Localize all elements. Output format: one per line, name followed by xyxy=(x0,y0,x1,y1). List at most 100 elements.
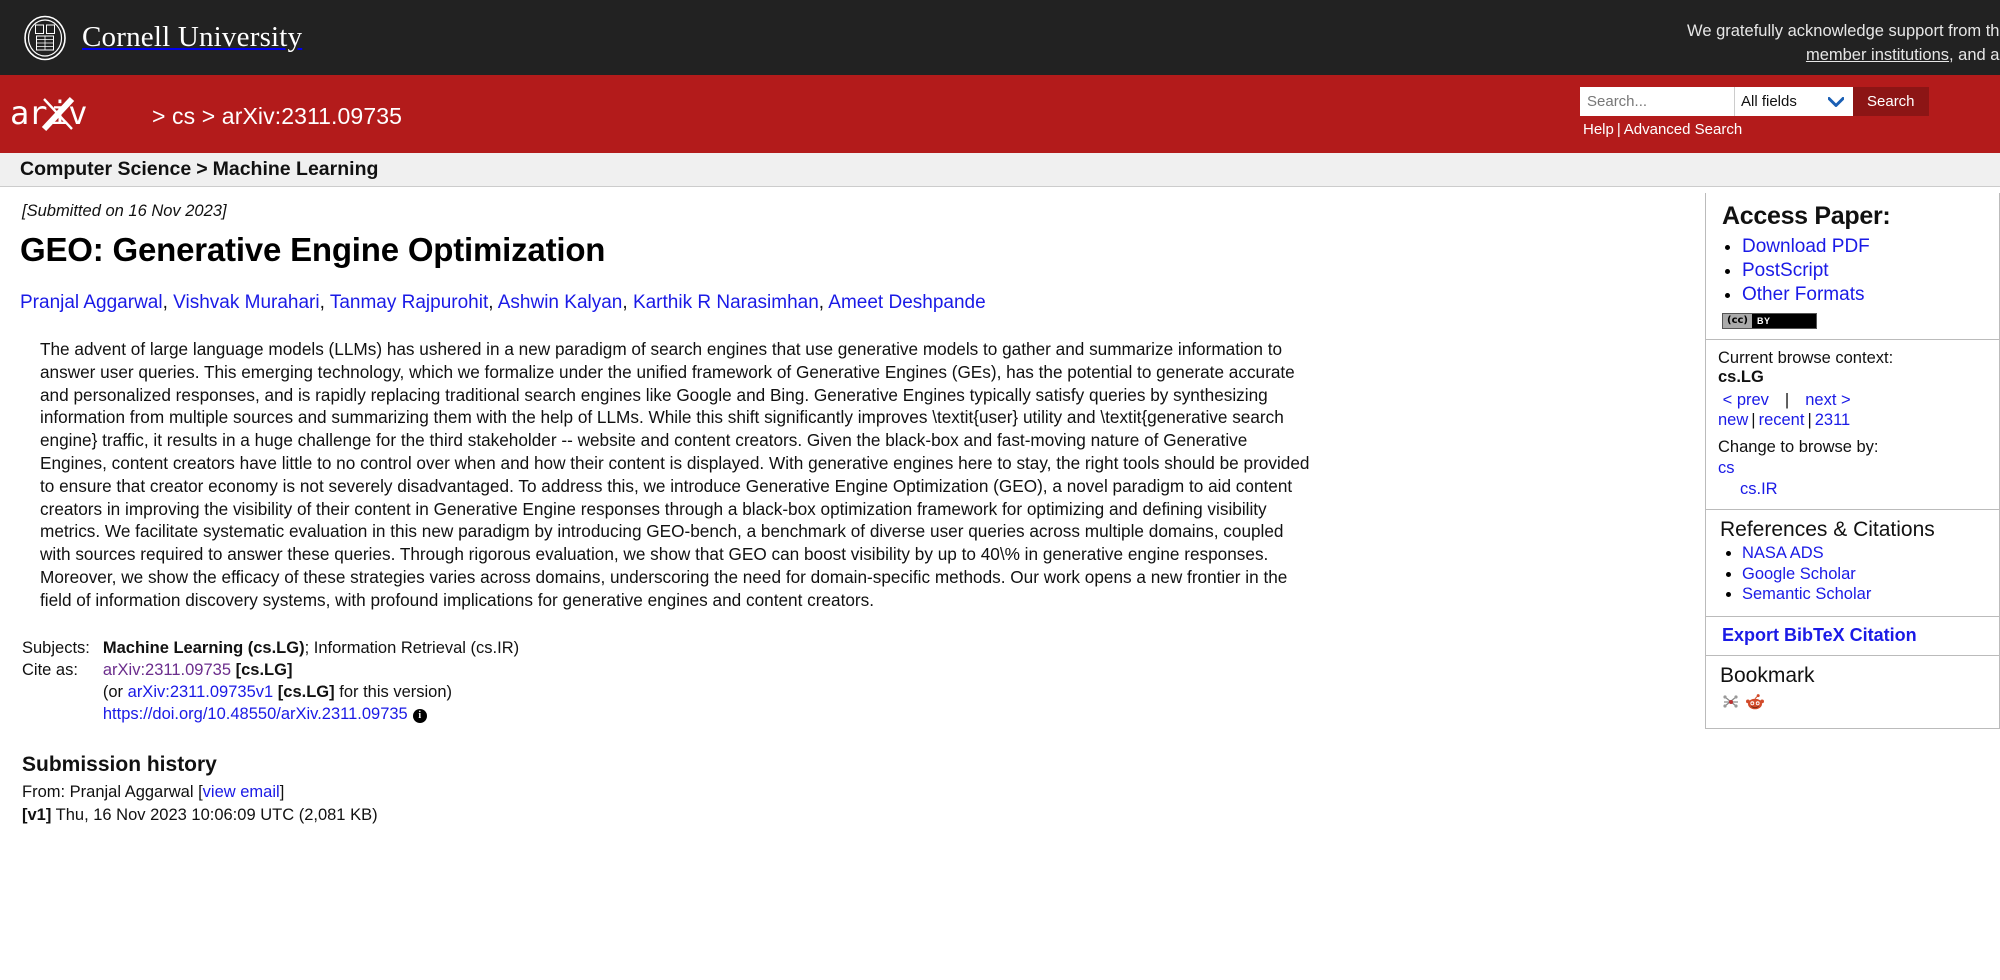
submission-version-detail: Thu, 16 Nov 2023 10:06:09 UTC (2,081 KB) xyxy=(55,805,378,824)
breadcrumb-arxiv-id: arXiv:2311.09735 xyxy=(221,103,402,129)
subjects-rest: ; Information Retrieval (cs.IR) xyxy=(304,638,520,657)
breadcrumb-sep-2: > xyxy=(201,103,216,129)
list-item: Other Formats xyxy=(1742,283,1987,306)
license-cc-glyph: (cc) xyxy=(1723,314,1752,328)
search-help-row: Help | Advanced Search xyxy=(1580,121,2000,138)
author-link[interactable]: Vishvak Murahari xyxy=(173,292,319,313)
bookmark-icon-row xyxy=(1722,693,1987,716)
references-heading: References & Citations xyxy=(1720,518,1935,541)
new-link[interactable]: new xyxy=(1718,411,1748,429)
search-field-select-wrap[interactable]: All fieldsTitleAuthorAbstractCommentsJou… xyxy=(1735,87,1853,116)
version-category: [cs.LG] xyxy=(277,682,335,701)
author-link[interactable]: Karthik R Narasimhan xyxy=(633,292,819,313)
list-item: Semantic Scholar xyxy=(1742,585,1987,605)
access-paper-link[interactable]: Other Formats xyxy=(1742,284,1864,305)
breadcrumb-cs-link[interactable]: cs xyxy=(172,103,195,129)
cornell-university-link[interactable]: Cornell University xyxy=(0,15,302,61)
search-field-select[interactable]: All fieldsTitleAuthorAbstractCommentsJou… xyxy=(1735,93,1853,110)
cornell-header-bar: Cornell University We gratefully acknowl… xyxy=(0,0,2000,75)
advanced-search-link[interactable]: Advanced Search xyxy=(1624,121,1742,138)
breadcrumb-sep-1: > xyxy=(152,103,166,129)
export-bibtex-link[interactable]: Export BibTeX Citation xyxy=(1722,625,1917,645)
subjects-primary: Machine Learning (cs.LG) xyxy=(102,638,305,657)
prev-link[interactable]: < prev xyxy=(1723,391,1769,409)
bookmark-box: Bookmark xyxy=(1706,656,1999,728)
author-separator: , xyxy=(818,292,829,313)
list-item: Google Scholar xyxy=(1742,565,1987,585)
list-item: PostScript xyxy=(1742,259,1987,282)
access-paper-link[interactable]: Download PDF xyxy=(1742,236,1870,257)
author-link[interactable]: Ameet Deshpande xyxy=(828,292,985,313)
help-separator: | xyxy=(1616,121,1621,138)
reference-link[interactable]: Semantic Scholar xyxy=(1742,585,1871,603)
main-column: [Submitted on 16 Nov 2023] GEO: Generati… xyxy=(0,187,1705,827)
arxiv-header-bar: ar iv > cs > arXiv:2311.09735 All fields… xyxy=(0,75,2000,153)
reference-link[interactable]: NASA ADS xyxy=(1742,544,1824,562)
subject-secondary-link[interactable]: Machine Learning xyxy=(213,158,379,181)
access-paper-list: Download PDF PostScript Other Formats xyxy=(1722,235,1987,306)
recent-link[interactable]: recent xyxy=(1759,411,1805,429)
cite-label: Cite as: xyxy=(22,660,78,679)
author-list: Pranjal Aggarwal, Vishvak Murahari, Tanm… xyxy=(20,290,1685,316)
support-line-2: , and all contributors. xyxy=(1949,46,2000,64)
author-separator: , xyxy=(162,292,174,313)
next-link[interactable]: next > xyxy=(1805,391,1850,409)
browse-context-value: cs.LG xyxy=(1718,368,1764,386)
simons-support-text: We gratefully acknowledge support from t… xyxy=(1160,19,2000,67)
search-block: All fieldsTitleAuthorAbstractCommentsJou… xyxy=(1580,87,2000,138)
breadcrumb: > cs > arXiv:2311.09735 xyxy=(152,103,402,133)
doi-value: https://doi.org/10.48550/arXiv.2311.0973… xyxy=(103,703,519,725)
access-paper-heading: Access Paper: xyxy=(1722,202,1891,230)
cornell-seal-icon xyxy=(24,15,66,60)
author-separator: , xyxy=(488,292,498,313)
submission-from-suffix: ] xyxy=(279,782,285,801)
author-link[interactable]: Pranjal Aggarwal xyxy=(20,292,163,313)
doi-info-icon[interactable]: i xyxy=(412,708,427,723)
arxiv-logo-icon: ar iv xyxy=(10,94,88,132)
license-cc-by-badge[interactable]: (cc) BY xyxy=(1722,313,1817,329)
browse-cs-link[interactable]: cs xyxy=(1718,459,1735,477)
support-line-1: We gratefully acknowledge support from t… xyxy=(1687,22,2000,40)
subjects-row: Subjects: Machine Learning (cs.LG); Info… xyxy=(22,637,519,659)
page-body: [Submitted on 16 Nov 2023] GEO: Generati… xyxy=(0,187,2000,980)
doi-row: https://doi.org/10.48550/arXiv.2311.0973… xyxy=(22,703,519,725)
version-suffix: for this version) xyxy=(339,682,453,701)
subject-separator: > xyxy=(196,158,208,180)
month-link[interactable]: 2311 xyxy=(1815,411,1850,429)
view-email-link[interactable]: view email xyxy=(203,783,280,801)
author-separator: , xyxy=(622,292,633,313)
reddit-bookmark-link[interactable] xyxy=(1746,693,1764,716)
submission-from-line: From: Pranjal Aggarwal [view email] xyxy=(22,781,1685,804)
bibsonomy-bookmark-link[interactable] xyxy=(1722,693,1740,716)
submission-history-heading: Submission history xyxy=(22,752,217,776)
member-institutions-link[interactable]: member institutions xyxy=(1806,46,1949,64)
list-item: NASA ADS xyxy=(1742,544,1987,564)
cite-row: Cite as: arXiv:2311.09735 [cs.LG] xyxy=(22,659,519,681)
cornell-university-label: Cornell University xyxy=(82,21,303,53)
submitted-date: [Submitted on 16 Nov 2023] xyxy=(22,202,227,220)
nav-pipe-2: | xyxy=(1751,411,1756,429)
page-title: GEO: Generative Engine Optimization xyxy=(20,231,606,268)
search-button[interactable]: Search xyxy=(1853,87,1929,116)
sidebar: Access Paper: Download PDF PostScript Othe… xyxy=(1705,193,2000,729)
arxiv-logo-link[interactable]: ar iv xyxy=(10,93,142,133)
reference-link[interactable]: Google Scholar xyxy=(1742,565,1856,583)
subject-primary-link[interactable]: Computer Science xyxy=(20,158,191,181)
reddit-icon xyxy=(1746,693,1764,709)
access-paper-box: Access Paper: Download PDF PostScript Othe… xyxy=(1706,193,1999,340)
help-link[interactable]: Help xyxy=(1583,121,1614,138)
subjects-label: Subjects: xyxy=(22,638,90,657)
cite-arxiv-id-link[interactable]: arXiv:2311.09735 xyxy=(103,661,231,679)
version-arxiv-id-link[interactable]: arXiv:2311.09735v1 xyxy=(128,683,274,701)
author-separator: , xyxy=(319,292,330,313)
access-paper-link[interactable]: PostScript xyxy=(1742,260,1829,281)
doi-link[interactable]: https://doi.org/10.48550/arXiv.2311.0973… xyxy=(103,705,408,723)
references-list: NASA ADS Google Scholar Semantic Scholar xyxy=(1722,544,1987,605)
author-link[interactable]: Tanmay Rajpurohit xyxy=(330,292,488,313)
browse-csir-row: cs.IR xyxy=(1740,480,1987,499)
browse-context-box: Current browse context: cs.LG < prev | nex… xyxy=(1706,340,1999,510)
search-input[interactable] xyxy=(1580,87,1735,116)
author-link[interactable]: Ashwin Kalyan xyxy=(498,292,623,313)
submission-version-line: [v1] Thu, 16 Nov 2023 10:06:09 UTC (2,08… xyxy=(22,804,1685,827)
browse-csir-link[interactable]: cs.IR xyxy=(1740,480,1778,498)
